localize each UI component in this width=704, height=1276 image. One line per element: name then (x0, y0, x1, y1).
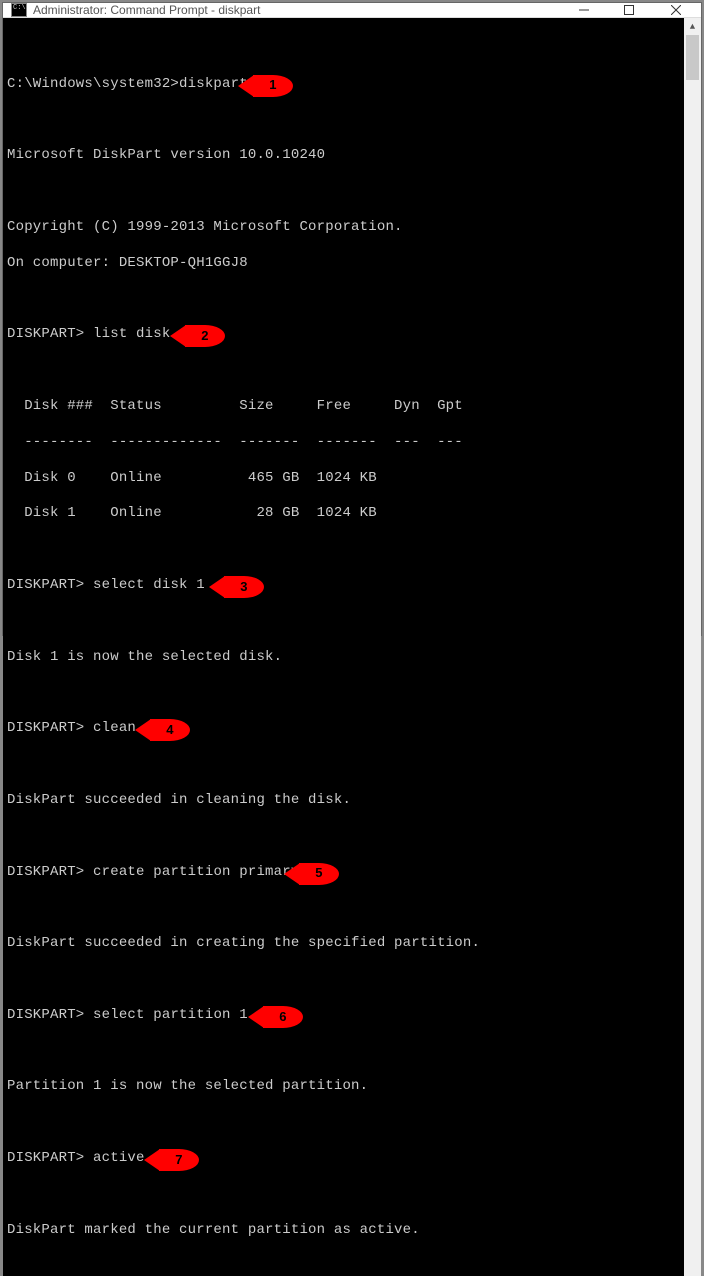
output-line: Copyright (C) 1999-2013 Microsoft Corpor… (7, 219, 680, 237)
terminal-output[interactable]: C:\Windows\system32>diskpart1 Microsoft … (3, 18, 684, 1276)
command-text: create partition primary (93, 864, 299, 880)
titlebar[interactable]: C:\ Administrator: Command Prompt - disk… (3, 3, 701, 18)
output-line: On computer: DESKTOP-QH1GGJ8 (7, 255, 680, 273)
prompt: DISKPART> (7, 1007, 84, 1023)
annotation-callout-7: 7 (159, 1149, 199, 1171)
command-text: active (93, 1150, 145, 1166)
close-button[interactable] (651, 3, 701, 17)
output-line: DiskPart succeeded in cleaning the disk. (7, 792, 680, 810)
table-rule: -------- ------------- ------- ------- -… (7, 434, 680, 452)
command-text: list disk (93, 326, 170, 342)
scroll-up-icon[interactable]: ▲ (684, 18, 701, 35)
annotation-callout-1: 1 (253, 75, 293, 97)
table-row: Disk 1 Online 28 GB 1024 KB (7, 505, 680, 523)
command-text: select disk 1 (93, 577, 205, 593)
scrollbar-thumb[interactable] (686, 35, 699, 80)
prompt: DISKPART> (7, 1150, 84, 1166)
annotation-callout-6: 6 (263, 1006, 303, 1028)
command-text: clean (93, 720, 136, 736)
maximize-button[interactable] (606, 3, 651, 17)
cmd-icon: C:\ (11, 3, 27, 17)
table-row: Disk 0 Online 465 GB 1024 KB (7, 470, 680, 488)
output-line: Microsoft DiskPart version 10.0.10240 (7, 147, 680, 165)
minimize-button[interactable] (561, 3, 606, 17)
output-line: Disk 1 is now the selected disk. (7, 649, 680, 667)
command-prompt-window: C:\ Administrator: Command Prompt - disk… (2, 2, 702, 636)
prompt: DISKPART> (7, 326, 84, 342)
annotation-callout-2: 2 (185, 325, 225, 347)
output-line: DiskPart marked the current partition as… (7, 1222, 680, 1240)
annotation-callout-3: 3 (224, 576, 264, 598)
annotation-callout-4: 4 (150, 719, 190, 741)
window-controls (561, 3, 701, 17)
output-line: Partition 1 is now the selected partitio… (7, 1078, 680, 1096)
scrollbar-track[interactable] (684, 35, 701, 1276)
prompt: C:\Windows\system32> (7, 76, 179, 92)
client-area: C:\Windows\system32>diskpart1 Microsoft … (3, 18, 701, 1276)
command-text: select partition 1 (93, 1007, 248, 1023)
annotation-callout-5: 5 (299, 863, 339, 885)
prompt: DISKPART> (7, 720, 84, 736)
prompt: DISKPART> (7, 577, 84, 593)
output-line: DiskPart succeeded in creating the speci… (7, 935, 680, 953)
scrollbar[interactable]: ▲ ▼ (684, 18, 701, 1276)
table-header: Disk ### Status Size Free Dyn Gpt (7, 398, 680, 416)
window-title: Administrator: Command Prompt - diskpart (33, 3, 561, 17)
prompt: DISKPART> (7, 864, 84, 880)
